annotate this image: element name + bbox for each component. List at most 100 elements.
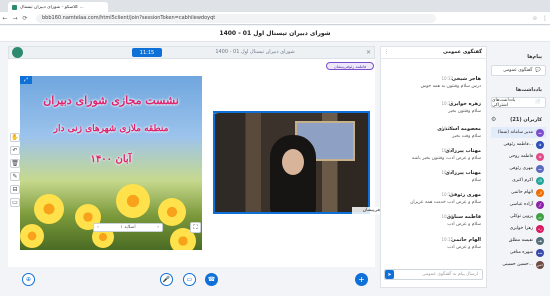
add-icon[interactable]: +	[355, 273, 368, 286]
message-time: 10:15	[441, 237, 453, 242]
presentation-title: شورای دبیران تیسنال اول 01 - 1400	[215, 49, 295, 55]
user-name: نفیسه مطلق	[508, 238, 533, 243]
user-list-item[interactable]: الهام حاتمی ال	[491, 187, 546, 198]
browser-tab-title: کلاسکو - شورای دبیران تیسنال ...	[20, 4, 84, 10]
message-text: سلام وقت بخیر	[452, 134, 481, 139]
user-avatar: مه	[536, 164, 544, 173]
user-list-item[interactable]: آزاده عباسی آز	[491, 199, 546, 210]
users-gear-icon[interactable]: ⚙	[491, 116, 496, 123]
chat-message: هاجر شیخی 10:12 درس سلام وقتتون به همه خوش	[386, 76, 481, 95]
hide-presentation-icon[interactable]	[12, 47, 23, 58]
url-text: bbb160.namtelaa.com/html5client/join?ses…	[42, 15, 216, 21]
chat-header: گفتگوی عمومی	[380, 46, 487, 59]
multi-user-icon[interactable]: ⊟	[10, 185, 20, 194]
undo-icon[interactable]: ↶	[10, 146, 20, 155]
user-list-item[interactable]: مدیر سامانه (شما) مد	[491, 127, 546, 138]
user-name: اکرم اکبری	[512, 178, 533, 183]
user-list-item[interactable]: نفیسه مطلق نف	[491, 235, 546, 246]
audio-icon[interactable]: ☎	[205, 273, 218, 286]
messages-section-title: پیام‌ها	[527, 54, 542, 60]
menu-dots-icon[interactable]: ⋮	[540, 13, 550, 23]
chat-message: زهره خوایزی 10:12 سلام وقتتون بخیر	[386, 101, 481, 120]
back-icon[interactable]: ←	[0, 13, 10, 23]
user-avatar: پر	[536, 212, 544, 221]
user-avatar: فا	[536, 152, 544, 161]
browser-tab[interactable]: کلاسکو - شورای دبیران تیسنال ...	[8, 2, 108, 12]
user-avatar: مد	[536, 128, 544, 137]
send-icon[interactable]: ➤	[385, 270, 394, 279]
user-list-item[interactable]: پروین توکلی پر	[491, 211, 546, 222]
message-text: سلام	[471, 178, 481, 183]
shared-notes-button[interactable]: یادداشت‌های اشتراکی 📄	[491, 97, 546, 108]
user-avatar: حس	[536, 260, 544, 269]
chat-message: مهری رئوفی 10:14 سلام و عرض ادب خدمت همه ع…	[386, 192, 481, 211]
meeting-timer: 11:15	[132, 48, 162, 57]
user-avatar: اک	[536, 176, 544, 185]
microphone-icon[interactable]: 🎤	[160, 273, 173, 286]
forward-icon[interactable]: →	[10, 13, 20, 23]
url-field[interactable]: bbb160.namtelaa.com/html5client/join?ses…	[36, 13, 436, 23]
pencil-icon[interactable]: ✎	[10, 172, 20, 181]
actions-icon[interactable]: ⊕	[22, 273, 35, 286]
message-time: 10:14	[441, 192, 453, 197]
clear-icon[interactable]: 🗑	[10, 159, 20, 168]
chat-message: مهتاب پیرزادی 10:13 سلام	[386, 170, 481, 189]
user-list-item[interactable]: فاطمه روحی فا	[491, 151, 546, 162]
chat-options-icon[interactable]: ⋮	[384, 49, 389, 55]
chat-message-input[interactable]: ارسال پیام به گفتگوی عمومی	[384, 269, 483, 280]
webcam-menu-icon[interactable]: ⋯	[213, 111, 218, 117]
chat-message: الهام حاتمی 10:15 سلام و عرض ادب	[386, 237, 481, 256]
user-avatar: شه	[536, 248, 544, 257]
next-slide-icon[interactable]: ›	[157, 225, 159, 230]
chat-icon: 💬	[535, 68, 541, 73]
favicon-icon	[12, 4, 17, 10]
user-name: آزاده عباسی	[509, 202, 533, 207]
prev-slide-icon[interactable]: ‹	[97, 225, 99, 230]
user-list-item[interactable]: اکرم اکبری اک	[491, 175, 546, 186]
user-list-item[interactable]: زهرا خوایزی زه	[491, 223, 546, 234]
message-text: سلام و عرض ادب	[447, 245, 481, 250]
user-name: الهام حاتمی	[510, 190, 533, 195]
camera-icon[interactable]: ▭	[183, 273, 196, 286]
note-icon: 📄	[535, 100, 541, 105]
message-time: 10:13	[441, 148, 453, 153]
timer-value: 11:15	[139, 49, 155, 56]
fit-width-icon[interactable]: ▭	[10, 198, 20, 207]
message-time: 10:12	[441, 76, 453, 81]
user-name: شهره منافی	[509, 250, 533, 255]
users-section-title: کاربران (21)	[510, 117, 542, 123]
public-chat-label: گفتگوی عمومی	[503, 68, 533, 73]
notes-section-title: یادداشت‌ها	[515, 87, 542, 93]
message-author: هاجر شیخی	[451, 76, 481, 82]
user-name: زهرا خوایزی	[509, 226, 533, 231]
public-chat-button[interactable]: گفتگوی عمومی 💬	[491, 65, 546, 76]
user-name: پروین توکلی	[510, 214, 533, 219]
slide-line-2: منطقه ملازی شهرهای زنی دار	[53, 124, 169, 134]
reload-icon[interactable]: ⟳	[20, 13, 30, 23]
webcam-video[interactable]	[213, 111, 370, 214]
user-list-item[interactable]: حسین حسینی... حس	[491, 259, 546, 270]
user-avatar: زه	[536, 224, 544, 233]
close-icon[interactable]: ✕	[366, 49, 371, 56]
fullscreen-icon[interactable]: ⛶	[190, 222, 201, 233]
star-icon[interactable]: ☆	[530, 13, 540, 23]
presenter-name: فاطمه رئوفی‌پیشان	[333, 63, 367, 69]
message-time: 10:12	[441, 101, 453, 106]
message-author: زهره خوایزی	[448, 101, 481, 107]
slide-navigation: ‹ اسلاید ۱ ›	[93, 223, 163, 232]
chat-message: مهتاب پیرزادی 10:13 سلام و عرض ادب، وقتتون…	[386, 148, 481, 167]
user-name: مدیر سامانه (شما)	[497, 130, 533, 135]
message-text: درس سلام وقتتون به همه خوش	[420, 84, 481, 89]
user-list-item[interactable]: فاطمه رئوفی... فا	[491, 139, 546, 150]
user-avatar: آز	[536, 200, 544, 209]
user-name: حسین حسینی...	[502, 262, 533, 267]
hand-tool-icon[interactable]: ✋	[10, 133, 20, 142]
user-list-item[interactable]: مهری رئوفی مه	[491, 163, 546, 174]
slide-selector[interactable]: اسلاید ۱	[120, 225, 135, 230]
message-author: مهری رئوفی	[448, 192, 481, 198]
user-list-item[interactable]: شهره منافی شه	[491, 247, 546, 258]
slide-expand-icon[interactable]: ⤢	[20, 76, 32, 84]
message-author: الهام حاتمی	[451, 237, 481, 243]
shared-notes-label: یادداشت‌های اشتراکی	[492, 97, 516, 108]
slide-line-3: آبان ۱۴۰۰	[90, 154, 132, 165]
